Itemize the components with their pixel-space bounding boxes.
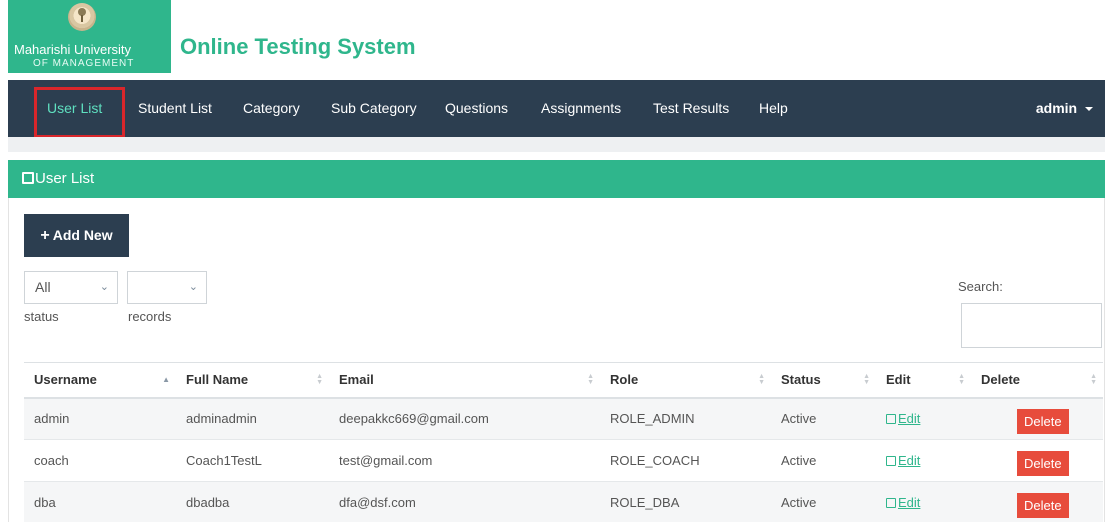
cell-status: Active — [771, 439, 876, 482]
cell-status: Active — [771, 481, 876, 522]
sort-icon: ▲ ▼ — [958, 373, 965, 386]
cell-role: ROLE_ADMIN — [600, 397, 771, 440]
cell-edit: Edit — [876, 397, 971, 440]
main-navbar: User List Student List Category Sub Cate… — [8, 80, 1105, 138]
column-header-username[interactable]: Username ▲ — [24, 362, 176, 399]
active-nav-highlight — [34, 87, 125, 138]
nav-item-student-list[interactable]: Student List — [138, 80, 212, 137]
cell-edit: Edit — [876, 481, 971, 522]
edit-icon — [886, 414, 896, 425]
cell-delete: Delete — [971, 397, 1103, 440]
sort-icon: ▲ ▼ — [1090, 373, 1097, 386]
cell-username: admin — [24, 397, 176, 440]
search-input[interactable] — [961, 303, 1102, 348]
edit-link[interactable]: Edit — [886, 453, 920, 468]
column-header-status[interactable]: Status ▲ ▼ — [771, 362, 876, 399]
edit-link[interactable]: Edit — [886, 495, 920, 510]
table-row: admin adminadmin deepakkc669@gmail.com R… — [24, 397, 1103, 440]
delete-button[interactable]: Delete — [1017, 409, 1069, 435]
panel-title: User List — [35, 170, 95, 187]
nav-item-help[interactable]: Help — [759, 80, 788, 137]
cell-edit: Edit — [876, 439, 971, 482]
sort-icon: ▲ ▼ — [587, 373, 594, 386]
sort-ascending-icon: ▲ — [162, 375, 170, 384]
edit-icon — [22, 172, 34, 184]
column-header-full-name[interactable]: Full Name ▲ ▼ — [176, 362, 329, 399]
cell-email: deepakkc669@gmail.com — [329, 397, 600, 440]
table-row: dba dbadba dfa@dsf.com ROLE_DBA Active E… — [24, 481, 1103, 522]
university-subtitle: OF MANAGEMENT — [33, 58, 135, 69]
table-row: coach Coach1TestL test@gmail.com ROLE_CO… — [24, 439, 1103, 482]
nav-item-sub-category[interactable]: Sub Category — [331, 80, 417, 137]
nav-item-category[interactable]: Category — [243, 80, 300, 137]
cell-status: Active — [771, 397, 876, 440]
records-select[interactable]: ⌄ — [127, 271, 207, 304]
status-select-value: All — [35, 279, 51, 295]
records-caption: records — [128, 309, 172, 324]
tree-icon — [78, 8, 86, 22]
cell-email: dfa@dsf.com — [329, 481, 600, 522]
cell-full-name: dbadba — [176, 481, 329, 522]
cell-username: coach — [24, 439, 176, 482]
cell-full-name: Coach1TestL — [176, 439, 329, 482]
panel-heading: User List — [8, 160, 1105, 198]
column-header-email[interactable]: Email ▲ ▼ — [329, 362, 600, 399]
cell-role: ROLE_DBA — [600, 481, 771, 522]
table-header-row: Username ▲ Full Name ▲ ▼ Email ▲ ▼ Role ▲ ▼ Sta… — [24, 362, 1103, 399]
user-menu[interactable]: admin — [1036, 80, 1093, 137]
chevron-down-icon: ⌄ — [99, 281, 109, 293]
search-label: Search: — [958, 279, 1003, 294]
nav-item-questions[interactable]: Questions — [445, 80, 508, 137]
user-menu-label: admin — [1035, 100, 1078, 116]
edit-icon — [886, 456, 896, 466]
edit-link[interactable]: Edit — [886, 411, 920, 426]
status-caption: status — [24, 309, 59, 324]
status-select[interactable]: All ⌄ — [24, 271, 118, 304]
navbar-substrip — [8, 137, 1105, 152]
add-new-label: Add New — [52, 227, 113, 243]
column-header-delete[interactable]: Delete ▲ ▼ — [971, 362, 1103, 399]
caret-down-icon — [1085, 107, 1093, 112]
cell-role: ROLE_COACH — [600, 439, 771, 482]
column-header-role[interactable]: Role ▲ ▼ — [600, 362, 771, 399]
edit-icon — [886, 498, 896, 509]
sort-icon: ▲ ▼ — [758, 373, 765, 386]
university-logo: Maharishi University OF MANAGEMENT — [8, 0, 171, 73]
cell-delete: Delete — [971, 481, 1103, 522]
nav-item-assignments[interactable]: Assignments — [541, 80, 621, 137]
university-name: Maharishi University — [14, 42, 132, 57]
app-title: Online Testing System — [180, 34, 416, 59]
cell-delete: Delete — [971, 439, 1103, 482]
nav-item-test-results[interactable]: Test Results — [653, 80, 729, 137]
cell-email: test@gmail.com — [329, 439, 600, 482]
add-new-button[interactable]: + Add New — [24, 214, 129, 257]
delete-button[interactable]: Delete — [1017, 493, 1069, 519]
column-header-edit[interactable]: Edit ▲ ▼ — [876, 362, 971, 399]
chevron-down-icon: ⌄ — [188, 281, 198, 293]
sort-icon: ▲ ▼ — [863, 373, 870, 386]
sort-icon: ▲ ▼ — [316, 373, 323, 386]
plus-icon: + — [40, 227, 50, 244]
cell-username: dba — [24, 481, 176, 522]
delete-button[interactable]: Delete — [1017, 451, 1069, 476]
cell-full-name: adminadmin — [176, 397, 329, 440]
user-table: Username ▲ Full Name ▲ ▼ Email ▲ ▼ Role ▲ ▼ Sta… — [24, 362, 1103, 522]
